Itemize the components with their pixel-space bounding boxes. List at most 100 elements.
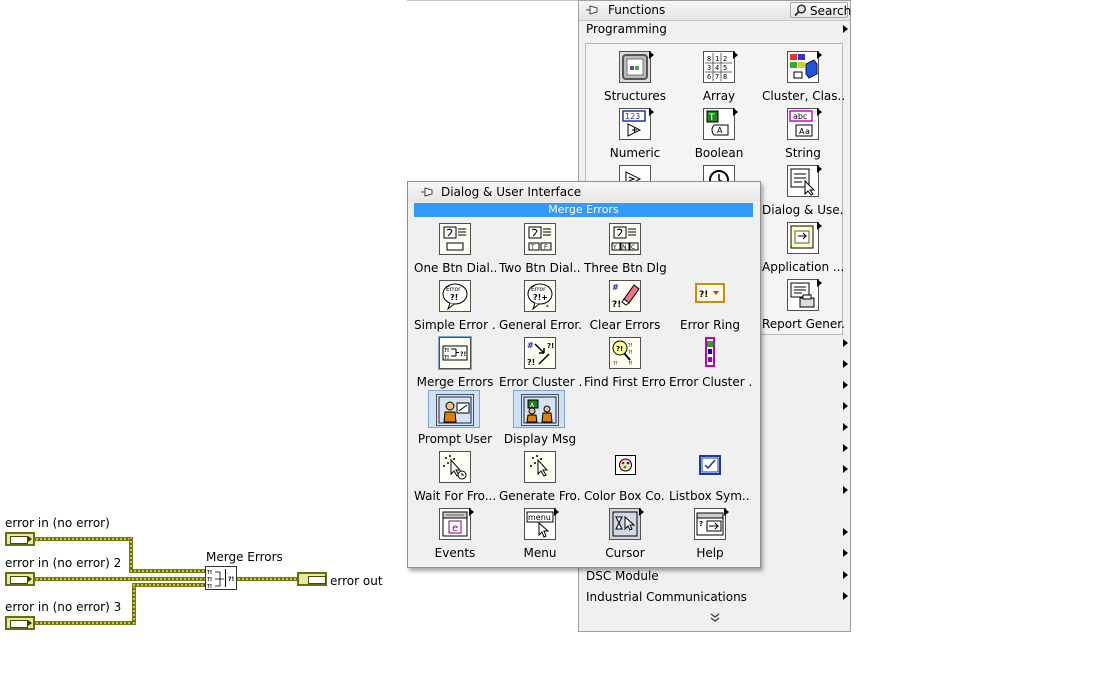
palette-item-label: Array (702, 89, 736, 103)
svg-text:?!+: ?!+ (533, 293, 548, 302)
error-wire[interactable] (35, 537, 132, 541)
input-label-3[interactable]: error in (no error) 3 (5, 600, 121, 614)
chevron-double-down-icon[interactable] (710, 613, 720, 623)
svg-text:3: 3 (707, 64, 711, 72)
error-wire[interactable] (35, 621, 135, 625)
svg-text:?!: ?! (450, 293, 458, 302)
palette-item-label: Menu (523, 546, 557, 560)
input-label-2[interactable]: error in (no error) 2 (5, 556, 121, 570)
palette-item-dialog-user-interface[interactable]: Dialog & Use... (762, 162, 844, 218)
palette-item-label: Error Ring (680, 318, 740, 332)
svg-text:4: 4 (715, 64, 719, 72)
palette-item-label: Prompt User (417, 432, 493, 446)
expand-arrow-icon[interactable] (843, 528, 848, 536)
error-wire[interactable] (129, 537, 133, 572)
palette-item-label: Simple Error ... (414, 318, 496, 332)
palette-item-report-generation[interactable]: Report Gener... (762, 276, 844, 332)
expand-arrow-icon[interactable] (843, 465, 848, 473)
svg-text:?!: ?! (613, 361, 618, 367)
pin-icon[interactable] (585, 4, 599, 16)
palette-item-menu[interactable]: menu Menu (499, 505, 581, 561)
palette-item-label: Generate Fro... (499, 489, 581, 503)
category-programming[interactable]: Programming (586, 22, 667, 36)
palette-item-label: Events (434, 546, 476, 560)
palette-item-generate-front-panel[interactable]: Generate Fro... (499, 448, 581, 504)
palette-item-color-box-constant[interactable]: Color Box Co... (584, 448, 666, 504)
palette-item-display-message[interactable]: A Display Msg (499, 390, 581, 447)
palette-item-general-error-handler[interactable]: Error ?!+ * General Error... (499, 277, 581, 333)
expand-arrow-icon[interactable] (843, 339, 848, 347)
palette-item-listbox-symbol-ring[interactable]: Listbox Sym... (669, 448, 751, 504)
palette-item-array[interactable]: 812345678 Array (678, 48, 760, 104)
output-label[interactable]: error out (330, 574, 383, 588)
palette-item-three-button-dialog[interactable]: YNC Three Btn Dlg (584, 220, 666, 276)
error-out-indicator[interactable] (297, 572, 327, 586)
palette-item-clear-errors[interactable]: #?! Clear Errors (584, 277, 666, 333)
palette-item-find-first-error[interactable]: ?!?!?!?!?! Find First Error (584, 334, 666, 390)
search-button[interactable]: Search (790, 2, 851, 18)
palette-item-events[interactable]: e Events (414, 505, 496, 561)
svg-text:a: a (805, 127, 810, 136)
highlighted-item-tooltip: Merge Errors (414, 203, 753, 217)
merge-errors-node[interactable]: ?! ?! ?! ?! (205, 566, 237, 590)
dialog-user-interface-palette[interactable]: Dialog & User Interface Merge Errors One… (407, 181, 761, 568)
merge-errors-node-label[interactable]: Merge Errors (206, 550, 283, 564)
expand-arrow-icon[interactable] (843, 25, 848, 33)
palette-item-label: Merge Errors (416, 375, 494, 389)
expand-arrow-icon[interactable] (843, 444, 848, 452)
palette-item-label: Listbox Sym... (669, 489, 751, 503)
category-industrial-communications[interactable]: Industrial Communications (586, 590, 747, 604)
palette-item-wait-for-front-panel[interactable]: Wait For Fro... (414, 448, 496, 504)
dialog-palette-title-bar[interactable]: Dialog & User Interface (408, 182, 760, 202)
palette-item-simple-error-handler[interactable]: Error?! Simple Error ... (414, 277, 496, 333)
error-in-terminal-1[interactable] (5, 532, 35, 546)
palette-item-two-button-dialog[interactable]: TF Two Btn Dial... (499, 220, 581, 276)
expand-arrow-icon[interactable] (843, 486, 848, 494)
error-wire[interactable] (132, 583, 136, 625)
error-wire[interactable] (132, 583, 206, 587)
palette-item-error-cluster-constant[interactable]: Error Cluster ... (669, 334, 751, 390)
dialog-palette-title: Dialog & User Interface (441, 185, 582, 199)
pin-icon[interactable] (420, 186, 434, 198)
palette-item-prompt-user[interactable]: Prompt User (414, 390, 496, 447)
palette-item-numeric[interactable]: 123 Numeric (594, 105, 676, 161)
expand-arrow-icon[interactable] (843, 381, 848, 389)
error-in-terminal-3[interactable] (5, 616, 35, 630)
palette-item-merge-errors[interactable]: ?!?!?! Merge Errors (414, 334, 496, 390)
expand-arrow-icon[interactable] (843, 360, 848, 368)
palette-item-boolean[interactable]: TA Boolean (678, 105, 760, 161)
palette-item-error-ring[interactable]: ?! Error Ring (669, 277, 751, 333)
expand-arrow-icon[interactable] (843, 592, 848, 600)
wait-for-front-panel-icon (443, 455, 467, 480)
boolean-icon: TA (706, 110, 729, 136)
svg-text:C: C (631, 244, 635, 251)
palette-item-one-button-dialog[interactable]: One Btn Dial... (414, 220, 496, 276)
palette-item-application-control[interactable]: Application ... (762, 219, 844, 275)
error-wire[interactable] (35, 577, 206, 581)
error-wire[interactable] (237, 577, 297, 581)
category-dsc-module[interactable]: DSC Module (586, 569, 659, 583)
input-label-1[interactable]: error in (no error) (5, 516, 110, 530)
error-in-terminal-2[interactable] (5, 572, 35, 586)
palette-item-label: Cursor (605, 546, 645, 560)
svg-text:?!: ?! (616, 345, 623, 353)
palette-item-error-cluster-from-error-code[interactable]: #?!?! Error Cluster ... (499, 334, 581, 390)
general-error-handler-icon: Error?!+ * (527, 283, 553, 311)
expand-arrow-icon[interactable] (843, 402, 848, 410)
expand-arrow-icon[interactable] (843, 571, 848, 579)
palette-item-structures[interactable]: Structures (594, 48, 676, 104)
svg-text:8: 8 (723, 73, 727, 81)
palette-item-cursor[interactable]: Cursor (584, 505, 666, 561)
svg-text:#: # (612, 283, 619, 292)
error-wire[interactable] (129, 569, 206, 573)
palette-item-help[interactable]: ? Help (669, 505, 751, 561)
three-button-dialog-icon: YNC (611, 226, 639, 251)
palette-item-cluster-class[interactable]: Cluster, Clas... (762, 48, 844, 104)
svg-text:A: A (717, 126, 723, 135)
expand-arrow-icon[interactable] (843, 423, 848, 431)
palette-item-label: Wait For Fro... (414, 489, 496, 503)
functions-palette-title-bar[interactable]: Functions Search (579, 1, 851, 21)
palette-item-string[interactable]: abc Aa String (762, 105, 844, 161)
expand-arrow-icon[interactable] (843, 549, 848, 557)
svg-text:123: 123 (625, 112, 640, 121)
